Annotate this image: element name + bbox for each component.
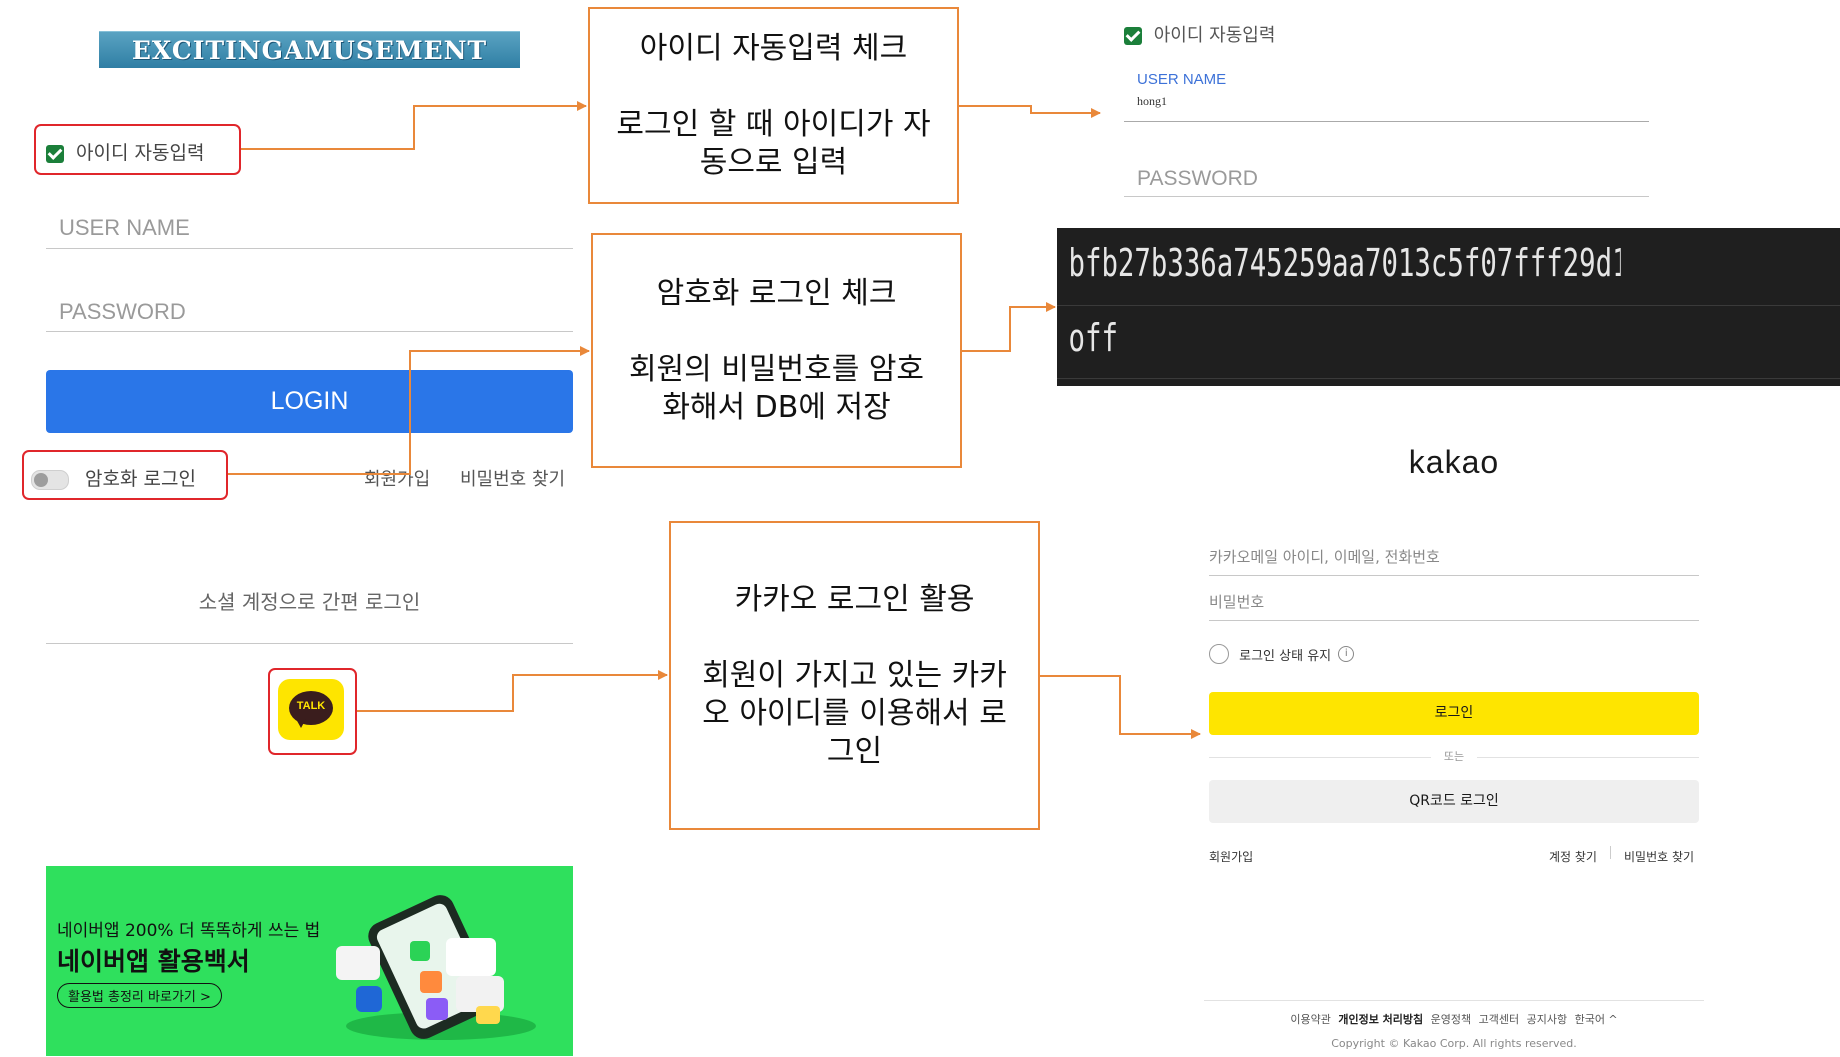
kakao-find-account-link[interactable]: 계정 찾기 <box>1549 848 1597 865</box>
kakao-copyright: Copyright © Kakao Corp. All rights reser… <box>1331 1037 1577 1050</box>
footer-policy-link[interactable]: 운영정책 <box>1431 1013 1471 1026</box>
kakao-password-input[interactable]: 비밀번호 <box>1209 591 1264 612</box>
db-row-divider <box>1057 378 1840 379</box>
kakao-logo: kakao <box>1408 444 1500 480</box>
kakao-password-underline <box>1209 620 1699 621</box>
footer-language-select[interactable]: 한국어 ^ <box>1575 1013 1618 1026</box>
right-remember-id-checkbox[interactable]: 아이디 자동입력 <box>1124 21 1275 47</box>
footer-terms-link[interactable]: 이용약관 <box>1290 1013 1330 1026</box>
footer-links: 이용약관 개인정보 처리방침 운영정책 고객센터 공지사항 한국어 ^ <box>1204 1011 1704 1027</box>
kakao-id-input[interactable]: 카카오메일 아이디, 이메일, 전화번호 <box>1209 546 1440 567</box>
or-label: 또는 <box>1443 750 1465 763</box>
right-remember-id-label: 아이디 자동입력 <box>1153 25 1276 46</box>
kakao-login-button[interactable]: 로그인 <box>1209 692 1699 735</box>
link-separator <box>1610 846 1611 859</box>
qr-login-button[interactable]: QR코드 로그인 <box>1209 780 1699 823</box>
footer-privacy-link[interactable]: 개인정보 처리방침 <box>1338 1013 1423 1026</box>
right-username-input[interactable]: hong1 <box>1137 94 1167 109</box>
checkbox-checked-icon <box>1124 27 1142 45</box>
right-username-label: USER NAME <box>1137 71 1227 88</box>
right-username-underline <box>1124 121 1649 122</box>
kakao-find-password-link[interactable]: 비밀번호 찾기 <box>1624 848 1694 865</box>
db-row-divider <box>1057 305 1840 306</box>
db-output-panel: bfb27b336a745259aa7013c5f07fff29d18ecc80… <box>1057 228 1840 386</box>
right-password-underline <box>1124 196 1649 197</box>
radio-circle-icon <box>1209 644 1229 664</box>
footer-divider <box>1204 1000 1704 1001</box>
kakao-signup-link[interactable]: 회원가입 <box>1209 848 1253 865</box>
db-flag-value: off <box>1068 316 1118 360</box>
or-divider-left <box>1209 757 1431 758</box>
kakao-id-underline <box>1209 575 1699 576</box>
footer-notice-link[interactable]: 공지사항 <box>1527 1013 1567 1026</box>
footer-support-link[interactable]: 고객센터 <box>1479 1013 1519 1026</box>
keep-login-label: 로그인 상태 유지 <box>1239 648 1332 664</box>
right-password-input[interactable]: PASSWORD <box>1137 167 1258 191</box>
or-divider-right <box>1477 757 1699 758</box>
connector-arrows <box>228 101 1201 739</box>
db-hash-value: bfb27b336a745259aa7013c5f07fff29d18ecc80… <box>1068 241 1621 285</box>
info-icon[interactable]: i <box>1338 646 1355 662</box>
keep-login-checkbox[interactable]: 로그인 상태 유지 i <box>1209 644 1355 664</box>
